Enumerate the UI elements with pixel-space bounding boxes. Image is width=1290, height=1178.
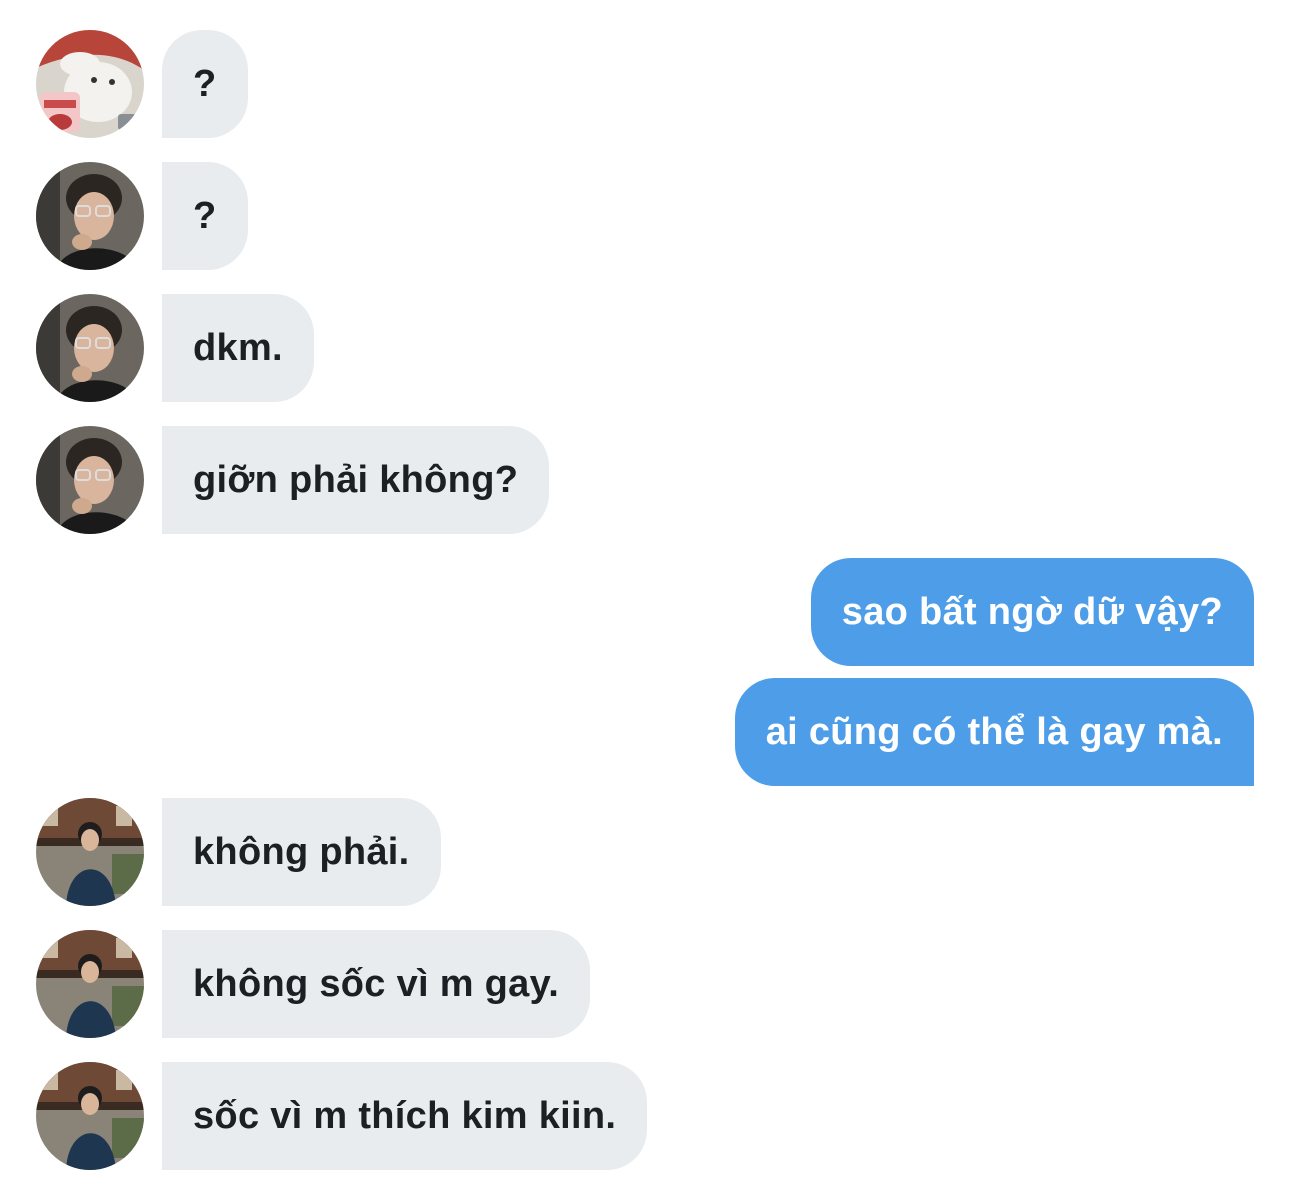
boy-glasses-avatar[interactable] [36, 162, 144, 270]
message-text: sao bất ngờ dữ vậy? [841, 590, 1223, 633]
message-text: giỡn phải không? [193, 458, 519, 501]
message-text: ? [193, 62, 217, 105]
message-row: sốc vì m thích kim kiin. [0, 1062, 1290, 1170]
incoming-message-bubble[interactable]: ? [162, 30, 248, 138]
message-row: sao bất ngờ dữ vậy? [0, 558, 1290, 666]
message-row: ? [0, 30, 1290, 138]
outgoing-message-bubble[interactable]: ai cũng có thể là gay mà. [734, 678, 1254, 786]
incoming-message-bubble[interactable]: dkm. [162, 294, 314, 402]
message-row: không phải. [0, 798, 1290, 906]
message-row: giỡn phải không? [0, 426, 1290, 534]
incoming-message-bubble[interactable]: không sốc vì m gay. [162, 930, 591, 1038]
outgoing-message-bubble[interactable]: sao bất ngờ dữ vậy? [810, 558, 1254, 666]
message-text: sốc vì m thích kim kiin. [193, 1094, 617, 1137]
message-row: dkm. [0, 294, 1290, 402]
incoming-message-bubble[interactable]: không phải. [162, 798, 441, 906]
bear-avatar[interactable] [36, 30, 144, 138]
boy-street-avatar[interactable] [36, 798, 144, 906]
message-text: ? [193, 194, 217, 237]
boy-street-avatar[interactable] [36, 1062, 144, 1170]
message-row: ? [0, 162, 1290, 270]
boy-street-avatar[interactable] [36, 930, 144, 1038]
message-text: dkm. [193, 326, 283, 369]
message-text: không phải. [193, 830, 410, 873]
boy-glasses-avatar[interactable] [36, 294, 144, 402]
incoming-message-bubble[interactable]: sốc vì m thích kim kiin. [162, 1062, 648, 1170]
message-text: ai cũng có thể là gay mà. [765, 710, 1223, 753]
boy-glasses-avatar[interactable] [36, 426, 144, 534]
message-row: ai cũng có thể là gay mà. [0, 678, 1290, 786]
message-row: không sốc vì m gay. [0, 930, 1290, 1038]
incoming-message-bubble[interactable]: ? [162, 162, 248, 270]
message-text: không sốc vì m gay. [193, 962, 560, 1005]
incoming-message-bubble[interactable]: giỡn phải không? [162, 426, 550, 534]
